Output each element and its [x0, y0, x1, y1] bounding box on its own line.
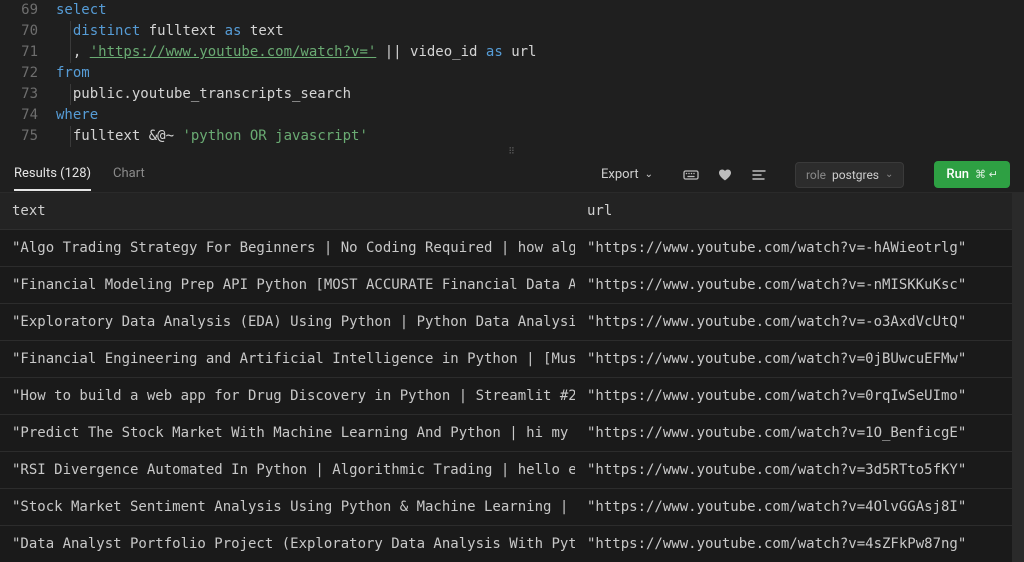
code-line[interactable]: 72from — [0, 63, 1024, 84]
export-label: Export — [601, 167, 639, 182]
export-dropdown[interactable]: Export ⌄ — [601, 167, 653, 182]
table-row[interactable]: "Predict The Stock Market With Machine L… — [0, 415, 1012, 452]
line-content[interactable]: public.youtube_transcripts_search — [56, 84, 1024, 105]
cell-text[interactable]: "Data Analyst Portfolio Project (Explora… — [0, 526, 575, 562]
results-grid[interactable]: text url "Algo Trading Strategy For Begi… — [0, 193, 1024, 562]
run-shortcut: ⌘ ↵ — [975, 168, 998, 181]
tab-results[interactable]: Results (128) — [14, 158, 91, 191]
role-prefix: role — [806, 168, 826, 182]
line-content[interactable]: from — [56, 63, 1024, 84]
tab-chart[interactable]: Chart — [113, 158, 145, 191]
cell-text[interactable]: "Algo Trading Strategy For Beginners | N… — [0, 230, 575, 267]
code-line[interactable]: 69select — [0, 0, 1024, 21]
cell-url[interactable]: "https://www.youtube.com/watch?v=-hAWieo… — [575, 230, 1012, 267]
cell-text[interactable]: "Financial Modeling Prep API Python [MOS… — [0, 267, 575, 304]
table-row[interactable]: "Financial Modeling Prep API Python [MOS… — [0, 267, 1012, 304]
code-line[interactable]: 74where — [0, 105, 1024, 126]
line-content[interactable]: , 'https://www.youtube.com/watch?v=' || … — [56, 42, 1024, 63]
table-row[interactable]: "How to build a web app for Drug Discove… — [0, 378, 1012, 415]
table-row[interactable]: "RSI Divergence Automated In Python | Al… — [0, 452, 1012, 489]
line-content[interactable]: distinct fulltext as text — [56, 21, 1024, 42]
cell-text[interactable]: "Financial Engineering and Artificial In… — [0, 341, 575, 378]
chevron-down-icon: ⌄ — [885, 169, 893, 180]
cell-text[interactable]: "Stock Market Sentiment Analysis Using P… — [0, 489, 575, 526]
cell-url[interactable]: "https://www.youtube.com/watch?v=-o3AxdV… — [575, 304, 1012, 341]
cell-url[interactable]: "https://www.youtube.com/watch?v=0jBUwcu… — [575, 341, 1012, 378]
panel-tabs: Results (128) Chart — [14, 158, 145, 191]
line-content[interactable]: where — [56, 105, 1024, 126]
table-row[interactable]: "Financial Engineering and Artificial In… — [0, 341, 1012, 378]
line-number: 71 — [0, 42, 56, 63]
cell-url[interactable]: "https://www.youtube.com/watch?v=3d5RTto… — [575, 452, 1012, 489]
code-line[interactable]: 75 fulltext &@~ 'python OR javascript' — [0, 126, 1024, 147]
role-select[interactable]: role postgres ⌄ — [795, 162, 904, 188]
cell-text[interactable]: "Exploratory Data Analysis (EDA) Using P… — [0, 304, 575, 341]
panel-resize-handle[interactable]: ⠿ — [0, 147, 1024, 157]
line-number: 74 — [0, 105, 56, 126]
keyboard-icon[interactable] — [683, 167, 699, 183]
cell-url[interactable]: "https://www.youtube.com/watch?v=-nMISKK… — [575, 267, 1012, 304]
cell-url[interactable]: "https://www.youtube.com/watch?v=4sZFkPw… — [575, 526, 1012, 562]
role-value: postgres — [832, 168, 879, 182]
table-header-row: text url — [0, 193, 1012, 230]
sql-editor[interactable]: 69select70 distinct fulltext as text71 ,… — [0, 0, 1024, 147]
cell-text[interactable]: "How to build a web app for Drug Discove… — [0, 378, 575, 415]
cell-text[interactable]: "RSI Divergence Automated In Python | Al… — [0, 452, 575, 489]
line-number: 75 — [0, 126, 56, 147]
line-number: 69 — [0, 0, 56, 21]
table-row[interactable]: "Exploratory Data Analysis (EDA) Using P… — [0, 304, 1012, 341]
code-line[interactable]: 71 , 'https://www.youtube.com/watch?v=' … — [0, 42, 1024, 63]
chevron-down-icon: ⌄ — [645, 169, 653, 180]
run-button[interactable]: Run ⌘ ↵ — [934, 161, 1010, 188]
line-number: 72 — [0, 63, 56, 84]
table-row[interactable]: "Algo Trading Strategy For Beginners | N… — [0, 230, 1012, 267]
heart-icon[interactable] — [717, 167, 733, 183]
cell-url[interactable]: "https://www.youtube.com/watch?v=0rqIwSe… — [575, 378, 1012, 415]
cell-url[interactable]: "https://www.youtube.com/watch?v=4OlvGGA… — [575, 489, 1012, 526]
line-number: 70 — [0, 21, 56, 42]
results-panel-bar: Results (128) Chart Export ⌄ role postgr… — [0, 157, 1024, 193]
code-line[interactable]: 73 public.youtube_transcripts_search — [0, 84, 1024, 105]
table-row[interactable]: "Stock Market Sentiment Analysis Using P… — [0, 489, 1012, 526]
table-row[interactable]: "Data Analyst Portfolio Project (Explora… — [0, 526, 1012, 562]
cell-url[interactable]: "https://www.youtube.com/watch?v=1O_Benf… — [575, 415, 1012, 452]
line-content[interactable]: fulltext &@~ 'python OR javascript' — [56, 126, 1024, 147]
align-icon[interactable] — [751, 167, 767, 183]
cell-text[interactable]: "Predict The Stock Market With Machine L… — [0, 415, 575, 452]
run-label: Run — [946, 167, 969, 182]
code-line[interactable]: 70 distinct fulltext as text — [0, 21, 1024, 42]
column-header-url[interactable]: url — [575, 193, 1012, 230]
line-number: 73 — [0, 84, 56, 105]
column-header-text[interactable]: text — [0, 193, 575, 230]
line-content[interactable]: select — [56, 0, 1024, 21]
